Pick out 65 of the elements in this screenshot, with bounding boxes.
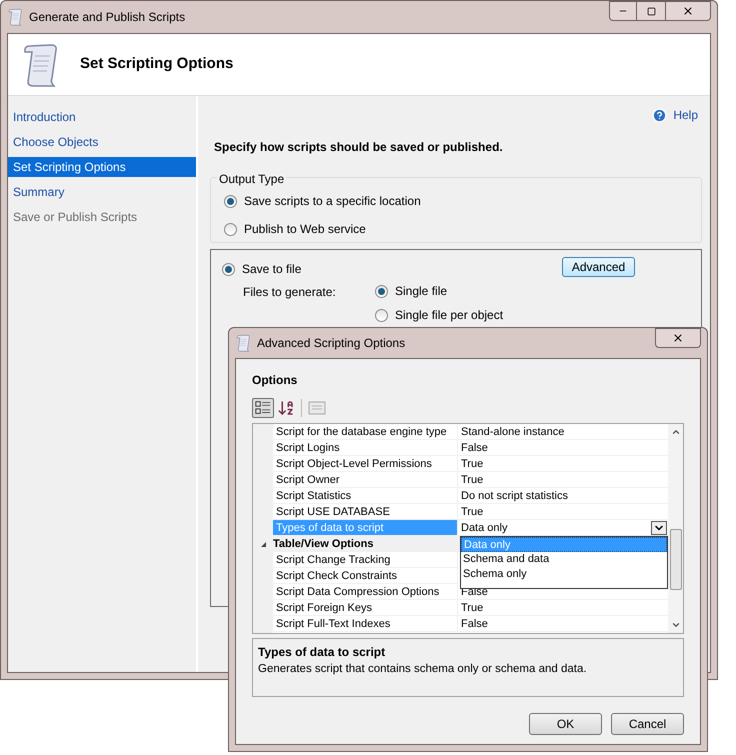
option-label: Save scripts to a specific location <box>244 193 421 210</box>
property-value: True <box>458 504 668 520</box>
property-name[interactable]: Script Change Tracking <box>273 552 458 568</box>
dialog-button[interactable]: OK <box>529 713 602 735</box>
page-title: Set Scripting Options <box>80 54 234 74</box>
option-label: Single file <box>395 283 448 300</box>
property-value: Do not script statistics <box>458 488 668 504</box>
sidebar-item[interactable]: Set Scripting Options <box>8 156 196 176</box>
close-icon <box>672 332 684 344</box>
radio-button[interactable] <box>375 284 388 298</box>
sidebar-item[interactable]: Summary <box>8 182 196 202</box>
advanced-button[interactable]: Advanced <box>562 257 635 277</box>
property-value: True <box>458 456 668 472</box>
dropdown-option[interactable]: Schema and data <box>461 552 667 567</box>
maximize-icon <box>646 6 656 16</box>
radio-button[interactable] <box>224 222 237 236</box>
property-value: False <box>458 616 668 632</box>
scroll-up-icon[interactable] <box>670 427 680 437</box>
sidebar-item[interactable]: Choose Objects <box>8 132 196 152</box>
property-name[interactable]: Script Data Compression Options <box>273 584 458 600</box>
radio-button[interactable] <box>375 308 388 322</box>
instruction-text: Specify how scripts should be saved or published. <box>214 139 504 156</box>
help-icon <box>652 108 668 122</box>
option-label: Publish to Web service <box>244 221 366 238</box>
property-name[interactable]: Script Check Constraints <box>273 568 458 584</box>
description-title: Types of data to script <box>258 644 386 661</box>
minimize-button[interactable] <box>609 1 637 21</box>
scrollbar[interactable] <box>668 424 683 633</box>
dropdown-option[interactable]: Schema only <box>461 567 667 582</box>
property-value: False <box>458 440 668 456</box>
field-label: Files to generate: <box>243 284 337 301</box>
property-name[interactable]: Script Full-Text Indexes <box>273 616 458 632</box>
scroll-icon <box>7 8 23 26</box>
section-label: Options <box>252 372 298 389</box>
help-link[interactable]: Help <box>673 106 698 124</box>
dialog-button[interactable]: Cancel <box>611 713 684 735</box>
property-name[interactable]: Script Owner <box>273 472 458 488</box>
categorized-icon[interactable] <box>252 398 274 418</box>
property-value: True <box>458 600 668 616</box>
property-name[interactable]: Script for the database engine type <box>273 424 458 440</box>
category-label: Table/View Options <box>273 537 374 552</box>
property-name[interactable]: Script Object-Level Permissions <box>273 456 458 472</box>
description-text: Generates script that contains schema only or schema and data. <box>258 662 588 677</box>
property-name[interactable]: Script Statistics <box>273 488 458 504</box>
property-name[interactable]: Script Logins <box>273 440 458 456</box>
dialog-title: Advanced Scripting Options <box>257 335 406 352</box>
close-button[interactable] <box>665 1 711 21</box>
property-pages-icon <box>308 400 326 416</box>
close-button[interactable] <box>655 328 701 348</box>
property-name[interactable]: Script Foreign Keys <box>273 600 458 616</box>
window-title: Generate and Publish Scripts <box>29 9 186 26</box>
option-label: Save to file <box>242 261 302 278</box>
property-value: True <box>458 472 668 488</box>
radio-button[interactable] <box>224 194 237 208</box>
sort-alphabetical-icon[interactable] <box>277 399 295 417</box>
property-value: Stand-alone instance <box>458 424 668 440</box>
maximize-button[interactable] <box>637 1 665 21</box>
option-label: Single file per object <box>395 307 504 324</box>
sidebar-item[interactable]: Introduction <box>8 106 196 126</box>
scroll-icon <box>235 334 251 352</box>
collapse-arrow-icon[interactable] <box>260 540 266 548</box>
close-icon <box>682 5 694 17</box>
radio-button[interactable] <box>222 262 235 276</box>
scroll-thumb[interactable] <box>670 529 682 590</box>
scroll-down-icon[interactable] <box>670 620 680 630</box>
